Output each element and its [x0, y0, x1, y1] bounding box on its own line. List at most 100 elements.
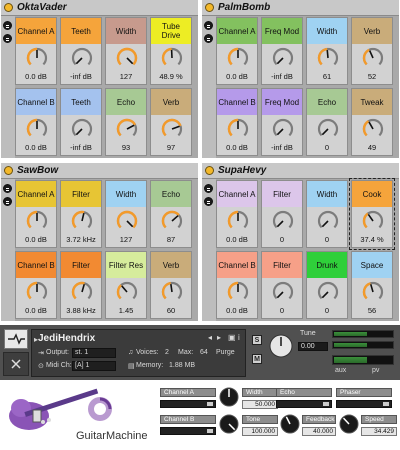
power-icon[interactable]	[205, 166, 214, 175]
macro-dial[interactable]	[160, 280, 184, 304]
macro-knob-8[interactable]: Verb 97	[150, 88, 192, 156]
macro-dial[interactable]	[316, 117, 340, 141]
width-knob[interactable]	[218, 386, 240, 408]
macro-knob-5[interactable]: Channel B 0.0 dB	[15, 251, 57, 319]
tone-value[interactable]: 100.000	[242, 427, 278, 436]
macro-label[interactable]: Width	[307, 18, 347, 44]
macro-label[interactable]: Echo	[106, 89, 146, 115]
macro-knob-7[interactable]: Filter Res 1.45	[105, 251, 147, 319]
macro-label[interactable]: Channel B	[217, 89, 257, 115]
macro-label[interactable]: Width	[106, 181, 146, 207]
list-icon[interactable]	[3, 184, 12, 193]
macro-knob-4[interactable]: Verb 52	[351, 17, 393, 85]
prev-instrument-icon[interactable]: ◂	[208, 333, 212, 342]
macro-label[interactable]: Filter	[61, 252, 101, 278]
macro-dial[interactable]	[226, 46, 250, 70]
macro-label[interactable]: Teeth	[61, 18, 101, 44]
macro-knob-5[interactable]: Channel B 0.0 dB	[216, 251, 258, 319]
solo-button[interactable]: S	[252, 335, 262, 345]
macro-dial[interactable]	[25, 209, 49, 233]
macro-knob-2[interactable]: Filter 3.72 kHz	[60, 180, 102, 248]
macro-label[interactable]: Channel A	[16, 18, 56, 44]
macro-knob-6[interactable]: Filter 0	[261, 251, 303, 319]
macro-dial[interactable]	[226, 209, 250, 233]
macro-dial[interactable]	[160, 117, 184, 141]
macro-label[interactable]: Freq Mod	[262, 89, 302, 115]
macro-knob-6[interactable]: Filter 3.88 kHz	[60, 251, 102, 319]
macro-dial[interactable]	[115, 209, 139, 233]
pv-icon[interactable]: pv	[372, 367, 379, 374]
macro-dial[interactable]	[70, 46, 94, 70]
macro-knob-6[interactable]: Freq Mod -inf dB	[261, 88, 303, 156]
echo-fader[interactable]	[276, 400, 332, 408]
macro-label[interactable]: Teeth	[61, 89, 101, 115]
macro-label[interactable]: Channel B	[16, 89, 56, 115]
feedback-value[interactable]: 40.000	[302, 427, 336, 436]
macro-dial[interactable]	[361, 209, 385, 233]
macro-knob-3[interactable]: Width 0	[306, 180, 348, 248]
macro-knob-5[interactable]: Channel B 0.0 dB	[216, 88, 258, 156]
macro-knob-5[interactable]: Channel B 0.0 dB	[15, 88, 57, 156]
feedback-knob[interactable]	[279, 413, 301, 435]
macro-label[interactable]: Channel A	[16, 181, 56, 207]
macro-dial[interactable]	[316, 209, 340, 233]
macro-dial[interactable]	[271, 117, 295, 141]
macro-label[interactable]: Drunk	[307, 252, 347, 278]
macro-label[interactable]: Echo	[151, 181, 191, 207]
macro-label[interactable]: Width	[307, 181, 347, 207]
macro-label[interactable]: Filter Res	[106, 252, 146, 278]
macro-dial[interactable]	[361, 117, 385, 141]
macro-label[interactable]: Channel B	[16, 252, 56, 278]
macro-label[interactable]: Space	[352, 252, 392, 278]
macro-dial[interactable]	[160, 46, 184, 70]
macro-dial[interactable]	[316, 280, 340, 304]
macro-label[interactable]: Verb	[151, 252, 191, 278]
tune-knob[interactable]	[268, 333, 294, 359]
macro-knob-7[interactable]: Echo 0	[306, 88, 348, 156]
list-icon[interactable]	[204, 34, 213, 43]
macro-dial[interactable]	[115, 280, 139, 304]
macro-knob-7[interactable]: Drunk 0	[306, 251, 348, 319]
macro-knob-1[interactable]: Channel A 0.0 dB	[15, 17, 57, 85]
macro-label[interactable]: Channel A	[217, 18, 257, 44]
power-icon[interactable]	[4, 3, 13, 12]
macro-dial[interactable]	[271, 46, 295, 70]
macro-knob-1[interactable]: Channel A 0.0 dB	[216, 17, 258, 85]
macro-dial[interactable]	[361, 280, 385, 304]
pan-slider[interactable]	[332, 355, 394, 365]
macro-knob-1[interactable]: Channel A 0.0 dB	[216, 180, 258, 248]
macro-dial[interactable]	[271, 280, 295, 304]
mute-button[interactable]: M	[252, 354, 262, 364]
macro-knob-8[interactable]: Tweak 49	[351, 88, 393, 156]
macro-dial[interactable]	[25, 280, 49, 304]
tune-value[interactable]: 0.00	[298, 342, 328, 351]
speed-knob[interactable]	[338, 413, 360, 435]
midi-channel-select[interactable]: [A] 1	[72, 361, 116, 371]
macro-knob-4[interactable]: Cook 37.4 %	[349, 178, 395, 250]
macro-label[interactable]: Freq Mod	[262, 18, 302, 44]
instrument-name[interactable]: JediHendrix	[38, 333, 95, 344]
channel-b-fader[interactable]	[160, 427, 216, 435]
macro-label[interactable]: Verb	[151, 89, 191, 115]
macro-dial[interactable]	[25, 117, 49, 141]
rack-title-bar[interactable]: SupaHevy	[202, 163, 399, 179]
speed-value[interactable]: 34.429	[361, 427, 397, 436]
tone-knob[interactable]	[218, 413, 240, 435]
power-icon[interactable]	[4, 166, 13, 175]
list-icon[interactable]	[3, 34, 12, 43]
macro-dial[interactable]	[160, 209, 184, 233]
max-value[interactable]: 64	[200, 349, 208, 356]
next-instrument-icon[interactable]: ▸	[217, 333, 221, 342]
collapse-button[interactable]	[3, 352, 29, 376]
macro-label[interactable]: Width	[106, 18, 146, 44]
list-icon[interactable]	[204, 21, 213, 30]
macro-knob-8[interactable]: Space 56	[351, 251, 393, 319]
macro-label[interactable]: Channel A	[217, 181, 257, 207]
macro-knob-7[interactable]: Echo 93	[105, 88, 147, 156]
list-icon[interactable]	[3, 197, 12, 206]
macro-label[interactable]: Filter	[262, 181, 302, 207]
width-value[interactable]: 50.000	[242, 400, 278, 409]
list-icon[interactable]	[204, 197, 213, 206]
macro-dial[interactable]	[361, 46, 385, 70]
macro-knob-3[interactable]: Width 127	[105, 180, 147, 248]
